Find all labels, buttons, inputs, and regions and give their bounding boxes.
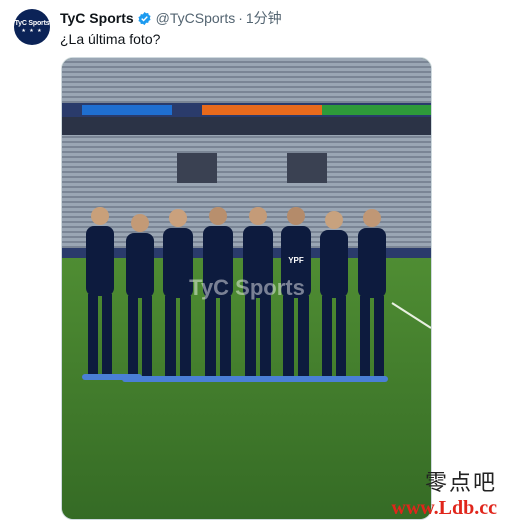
- separator-dot: ·: [238, 10, 243, 26]
- tweet-header: TyC Sports @TyCSports · 1分钟: [60, 9, 282, 27]
- photo-watermark: TyC Sports: [189, 275, 305, 300]
- display-name[interactable]: TyC Sports: [60, 10, 134, 26]
- stadium-photo: TyC Sports YPF: [62, 58, 431, 519]
- shirt-sponsor: YPF: [288, 256, 304, 265]
- account-avatar[interactable]: TyC Sports ★ ★ ★: [14, 9, 50, 45]
- verified-badge-icon: [138, 11, 151, 25]
- avatar-logo-text: TyC Sports: [14, 20, 50, 27]
- timestamp[interactable]: 1分钟: [246, 8, 282, 28]
- avatar-logo-stars: ★ ★ ★: [21, 28, 43, 34]
- tweet-text: ¿La última foto?: [60, 31, 161, 47]
- tweet-photo[interactable]: TyC Sports YPF: [61, 57, 432, 520]
- user-handle[interactable]: @TyCSports: [156, 10, 236, 26]
